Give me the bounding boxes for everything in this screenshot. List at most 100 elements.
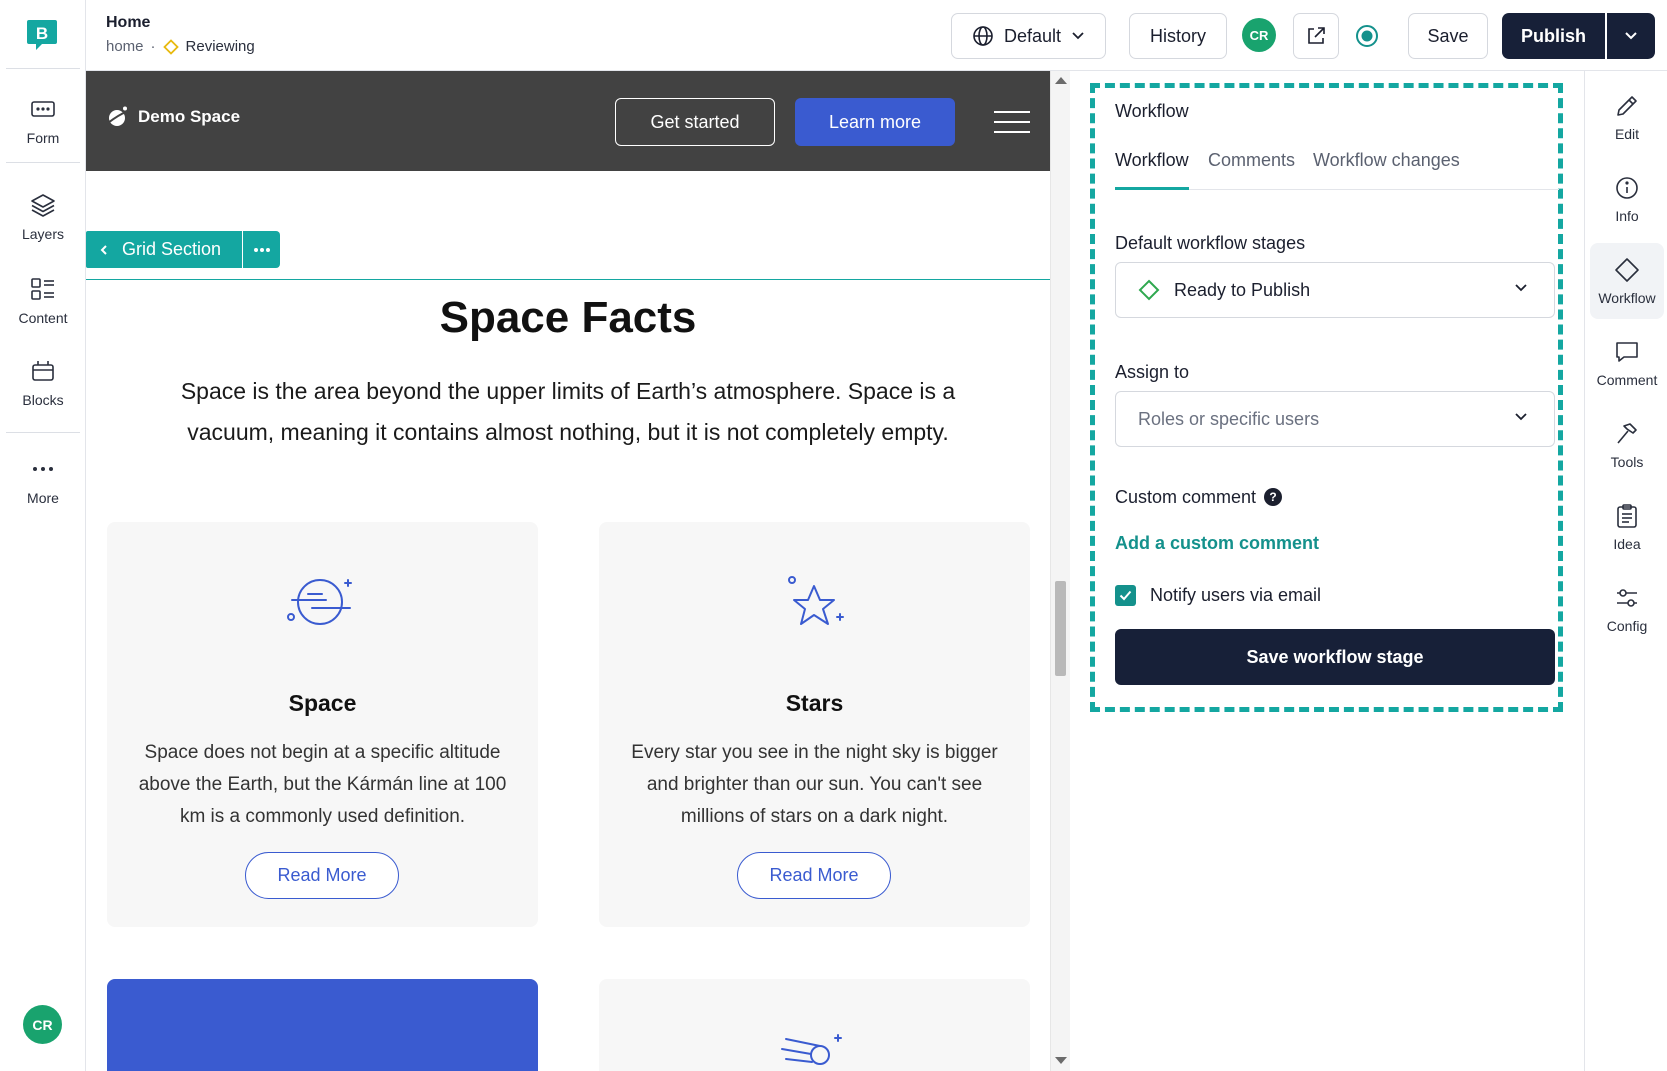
page-canvas: Demo Space Get started Learn more Grid S… xyxy=(86,71,1050,1071)
breadcrumb-separator: · xyxy=(150,38,156,55)
active-tab-indicator xyxy=(1115,187,1189,190)
workflow-stage-select[interactable]: Ready to Publish xyxy=(1115,262,1555,318)
custom-comment-label: Custom comment xyxy=(1115,487,1257,507)
publish-options-button[interactable] xyxy=(1607,13,1655,59)
rail-item-comment[interactable]: Comment xyxy=(1590,325,1664,401)
site-logo[interactable]: Demo Space xyxy=(106,105,240,129)
rail-item-tools[interactable]: Tools xyxy=(1590,407,1664,483)
collaborator-avatar[interactable]: CR xyxy=(1242,18,1276,52)
hammer-icon xyxy=(1617,422,1637,444)
locale-label: Default xyxy=(1003,25,1062,46)
fact-card: Space Space does not begin at a specific… xyxy=(107,522,538,927)
rail-item-label: Config xyxy=(1606,617,1648,634)
rail-item-content[interactable]: Content xyxy=(0,262,86,340)
open-preview-button[interactable] xyxy=(1293,13,1339,59)
tab-workflow-changes[interactable]: Workflow changes xyxy=(1313,150,1460,171)
scroll-thumb[interactable] xyxy=(1055,581,1066,676)
assign-label: Assign to xyxy=(1115,362,1190,382)
notify-checkbox[interactable] xyxy=(1115,585,1136,606)
locale-select[interactable]: Default xyxy=(951,13,1106,59)
card-title: Stars xyxy=(785,690,844,716)
selected-stage: Ready to Publish xyxy=(1174,279,1311,300)
pencil-icon xyxy=(1617,95,1637,116)
left-rail: B Form Layers Content Blocks More CR xyxy=(0,0,86,1071)
rail-item-edit[interactable]: Edit xyxy=(1590,79,1664,155)
rail-divider xyxy=(6,68,80,69)
chevron-down-icon xyxy=(1072,32,1084,40)
rail-item-label: Workflow xyxy=(1598,289,1656,306)
add-custom-comment-link[interactable]: Add a custom comment xyxy=(1115,533,1319,554)
scroll-down-arrow-icon[interactable] xyxy=(1055,1057,1067,1064)
scroll-up-arrow-icon[interactable] xyxy=(1055,77,1067,84)
clipboard-icon xyxy=(1617,503,1637,528)
tab-workflow[interactable]: Workflow xyxy=(1115,150,1189,171)
publish-button[interactable]: Publish xyxy=(1502,13,1605,59)
section-toolbar: Grid Section xyxy=(86,231,280,268)
rail-item-workflow[interactable]: Workflow xyxy=(1590,243,1664,319)
rail-item-label: Content xyxy=(18,310,68,326)
card-text: Space does not begin at a specific altit… xyxy=(138,742,507,827)
rail-item-more[interactable]: More xyxy=(0,442,86,520)
save-button[interactable]: Save xyxy=(1408,13,1488,59)
chevron-down-icon xyxy=(1515,284,1527,292)
history-button[interactable]: History xyxy=(1129,13,1227,59)
workflow-icon xyxy=(1615,257,1639,282)
rail-item-idea[interactable]: Idea xyxy=(1590,489,1664,565)
page-path: home xyxy=(106,38,144,55)
read-more-button[interactable]: Read More xyxy=(245,852,399,899)
learn-more-button[interactable]: Learn more xyxy=(795,98,955,146)
save-workflow-stage-button[interactable]: Save workflow stage xyxy=(1115,629,1555,685)
fact-card-highlighted xyxy=(107,979,538,1071)
get-started-button[interactable]: Get started xyxy=(615,98,775,146)
page-title: Home xyxy=(106,14,151,31)
section-select-button[interactable]: Grid Section xyxy=(86,231,242,268)
content-icon xyxy=(31,278,54,300)
blocks-icon xyxy=(32,361,54,381)
rail-item-label: Idea xyxy=(1613,535,1641,552)
top-bar: Home home · Reviewing Default History CR… xyxy=(86,0,1667,71)
rail-item-label: More xyxy=(27,490,59,506)
sliders-icon xyxy=(1617,588,1637,607)
tab-comments[interactable]: Comments xyxy=(1208,150,1295,171)
site-header: Demo Space Get started Learn more xyxy=(86,71,1050,171)
right-rail: Edit Info Workflow Comment Tools Idea Co… xyxy=(1584,71,1667,1071)
assign-to-select[interactable]: Roles or specific users xyxy=(1115,391,1555,447)
rail-item-layers[interactable]: Layers xyxy=(0,178,86,256)
page-breadcrumb: home · Reviewing xyxy=(106,38,255,55)
chevron-down-icon xyxy=(1515,413,1527,421)
hamburger-menu-icon[interactable] xyxy=(994,111,1030,133)
checkmark-icon xyxy=(1119,590,1132,601)
user-avatar[interactable]: CR xyxy=(23,1005,62,1044)
diamond-icon xyxy=(1138,279,1160,301)
comment-icon xyxy=(1616,341,1638,362)
card-title: Space xyxy=(288,690,357,716)
more-icon xyxy=(253,247,270,252)
workflow-panel: Workflow Workflow Comments Workflow chan… xyxy=(1070,71,1584,1071)
rail-item-form[interactable]: Form xyxy=(0,82,86,160)
assign-placeholder: Roles or specific users xyxy=(1138,408,1320,429)
workflow-stage-label: Reviewing xyxy=(185,38,255,55)
read-more-button[interactable]: Read More xyxy=(737,852,891,899)
brand-logo-icon[interactable]: B xyxy=(26,18,58,52)
section-heading: Space Facts xyxy=(439,293,697,342)
rail-item-blocks[interactable]: Blocks xyxy=(0,344,86,422)
planet-icon xyxy=(287,579,352,625)
rail-item-label: Blocks xyxy=(22,392,64,408)
rail-item-label: Comment xyxy=(1596,371,1658,388)
panel-title: Workflow xyxy=(1115,101,1189,121)
live-status-icon[interactable] xyxy=(1355,24,1379,48)
chevron-left-icon xyxy=(100,244,107,255)
comet-icon xyxy=(781,1034,842,1065)
chevron-down-icon xyxy=(1625,32,1637,40)
fact-card xyxy=(599,979,1030,1071)
canvas-scrollbar[interactable] xyxy=(1050,71,1070,1071)
rail-item-info[interactable]: Info xyxy=(1590,161,1664,237)
notify-row: Notify users via email xyxy=(1115,585,1321,606)
section-intro: Space is the area beyond the upper limit… xyxy=(180,378,956,445)
star-icon xyxy=(788,576,844,625)
rail-item-config[interactable]: Config xyxy=(1590,571,1664,647)
help-icon[interactable]: ? xyxy=(1264,488,1283,506)
rail-divider xyxy=(6,432,80,433)
section-outline xyxy=(86,279,1050,280)
section-options-button[interactable] xyxy=(243,231,280,268)
